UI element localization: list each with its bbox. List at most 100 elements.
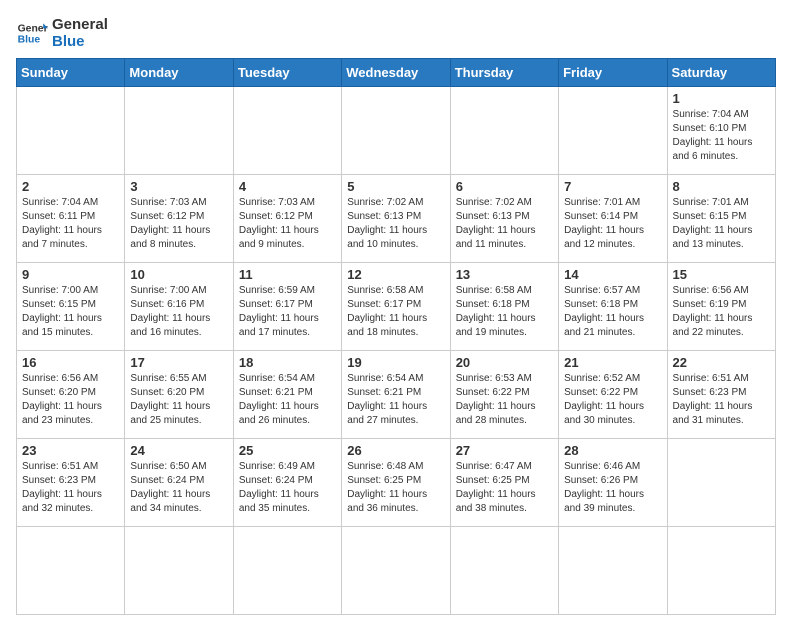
calendar-cell: 28 Sunrise: 6:46 AMSunset: 6:26 PMDaylig…: [559, 439, 667, 527]
weekday-header: Monday: [125, 59, 233, 87]
calendar-cell: 11 Sunrise: 6:59 AMSunset: 6:17 PMDaylig…: [233, 263, 341, 351]
calendar-cell: 3 Sunrise: 7:03 AMSunset: 6:12 PMDayligh…: [125, 175, 233, 263]
day-info: Sunrise: 6:51 AMSunset: 6:23 PMDaylight:…: [673, 373, 753, 426]
day-number: 19: [347, 355, 444, 370]
calendar-cell: 18 Sunrise: 6:54 AMSunset: 6:21 PMDaylig…: [233, 351, 341, 439]
calendar-cell: [667, 439, 775, 527]
day-info: Sunrise: 6:57 AMSunset: 6:18 PMDaylight:…: [564, 285, 644, 338]
weekday-header: Wednesday: [342, 59, 450, 87]
calendar-cell: 15 Sunrise: 6:56 AMSunset: 6:19 PMDaylig…: [667, 263, 775, 351]
day-info: Sunrise: 6:58 AMSunset: 6:18 PMDaylight:…: [456, 285, 536, 338]
calendar-cell: 26 Sunrise: 6:48 AMSunset: 6:25 PMDaylig…: [342, 439, 450, 527]
logo-icon: General Blue: [16, 17, 48, 49]
calendar-row: 16 Sunrise: 6:56 AMSunset: 6:20 PMDaylig…: [17, 351, 776, 439]
calendar-cell: 4 Sunrise: 7:03 AMSunset: 6:12 PMDayligh…: [233, 175, 341, 263]
day-number: 1: [673, 91, 770, 106]
calendar-cell: [17, 87, 125, 175]
day-number: 10: [130, 267, 227, 282]
calendar-cell: 12 Sunrise: 6:58 AMSunset: 6:17 PMDaylig…: [342, 263, 450, 351]
calendar-cell: [233, 527, 341, 615]
calendar-cell: 5 Sunrise: 7:02 AMSunset: 6:13 PMDayligh…: [342, 175, 450, 263]
day-number: 16: [22, 355, 119, 370]
weekday-header: Tuesday: [233, 59, 341, 87]
day-number: 28: [564, 443, 661, 458]
page-header: General Blue General Blue: [16, 16, 776, 50]
calendar-cell: 16 Sunrise: 6:56 AMSunset: 6:20 PMDaylig…: [17, 351, 125, 439]
calendar-cell: [125, 87, 233, 175]
calendar-cell: 19 Sunrise: 6:54 AMSunset: 6:21 PMDaylig…: [342, 351, 450, 439]
day-info: Sunrise: 6:46 AMSunset: 6:26 PMDaylight:…: [564, 461, 644, 514]
day-number: 18: [239, 355, 336, 370]
calendar-cell: [450, 527, 558, 615]
day-info: Sunrise: 6:54 AMSunset: 6:21 PMDaylight:…: [347, 373, 427, 426]
day-info: Sunrise: 7:02 AMSunset: 6:13 PMDaylight:…: [456, 197, 536, 250]
day-number: 21: [564, 355, 661, 370]
day-info: Sunrise: 6:53 AMSunset: 6:22 PMDaylight:…: [456, 373, 536, 426]
calendar-table: SundayMondayTuesdayWednesdayThursdayFrid…: [16, 58, 776, 615]
calendar-row: [17, 527, 776, 615]
calendar-cell: 21 Sunrise: 6:52 AMSunset: 6:22 PMDaylig…: [559, 351, 667, 439]
calendar-cell: 23 Sunrise: 6:51 AMSunset: 6:23 PMDaylig…: [17, 439, 125, 527]
day-number: 26: [347, 443, 444, 458]
calendar-cell: [17, 527, 125, 615]
day-number: 27: [456, 443, 553, 458]
weekday-header: Sunday: [17, 59, 125, 87]
calendar-cell: 20 Sunrise: 6:53 AMSunset: 6:22 PMDaylig…: [450, 351, 558, 439]
calendar-cell: 9 Sunrise: 7:00 AMSunset: 6:15 PMDayligh…: [17, 263, 125, 351]
calendar-cell: [559, 527, 667, 615]
calendar-cell: 24 Sunrise: 6:50 AMSunset: 6:24 PMDaylig…: [125, 439, 233, 527]
day-info: Sunrise: 7:00 AMSunset: 6:15 PMDaylight:…: [22, 285, 102, 338]
day-info: Sunrise: 7:04 AMSunset: 6:11 PMDaylight:…: [22, 197, 102, 250]
day-number: 4: [239, 179, 336, 194]
calendar-cell: [125, 527, 233, 615]
calendar-cell: [450, 87, 558, 175]
logo-general-text: General: [52, 16, 108, 33]
calendar-cell: 7 Sunrise: 7:01 AMSunset: 6:14 PMDayligh…: [559, 175, 667, 263]
calendar-cell: 2 Sunrise: 7:04 AMSunset: 6:11 PMDayligh…: [17, 175, 125, 263]
calendar-cell: [559, 87, 667, 175]
calendar-row: 1 Sunrise: 7:04 AMSunset: 6:10 PMDayligh…: [17, 87, 776, 175]
day-info: Sunrise: 7:02 AMSunset: 6:13 PMDaylight:…: [347, 197, 427, 250]
day-number: 24: [130, 443, 227, 458]
weekday-header-row: SundayMondayTuesdayWednesdayThursdayFrid…: [17, 59, 776, 87]
day-number: 15: [673, 267, 770, 282]
day-info: Sunrise: 6:56 AMSunset: 6:20 PMDaylight:…: [22, 373, 102, 426]
day-info: Sunrise: 6:51 AMSunset: 6:23 PMDaylight:…: [22, 461, 102, 514]
calendar-cell: [233, 87, 341, 175]
day-number: 11: [239, 267, 336, 282]
calendar-cell: 25 Sunrise: 6:49 AMSunset: 6:24 PMDaylig…: [233, 439, 341, 527]
calendar-cell: [342, 87, 450, 175]
calendar-row: 23 Sunrise: 6:51 AMSunset: 6:23 PMDaylig…: [17, 439, 776, 527]
day-number: 25: [239, 443, 336, 458]
day-info: Sunrise: 6:48 AMSunset: 6:25 PMDaylight:…: [347, 461, 427, 514]
day-info: Sunrise: 7:01 AMSunset: 6:14 PMDaylight:…: [564, 197, 644, 250]
day-number: 2: [22, 179, 119, 194]
weekday-header: Saturday: [667, 59, 775, 87]
day-number: 5: [347, 179, 444, 194]
calendar-cell: 17 Sunrise: 6:55 AMSunset: 6:20 PMDaylig…: [125, 351, 233, 439]
calendar-cell: 13 Sunrise: 6:58 AMSunset: 6:18 PMDaylig…: [450, 263, 558, 351]
day-info: Sunrise: 6:52 AMSunset: 6:22 PMDaylight:…: [564, 373, 644, 426]
calendar-cell: 27 Sunrise: 6:47 AMSunset: 6:25 PMDaylig…: [450, 439, 558, 527]
day-info: Sunrise: 6:55 AMSunset: 6:20 PMDaylight:…: [130, 373, 210, 426]
day-info: Sunrise: 6:47 AMSunset: 6:25 PMDaylight:…: [456, 461, 536, 514]
day-info: Sunrise: 7:04 AMSunset: 6:10 PMDaylight:…: [673, 109, 753, 162]
day-number: 22: [673, 355, 770, 370]
day-number: 12: [347, 267, 444, 282]
day-number: 14: [564, 267, 661, 282]
calendar-row: 2 Sunrise: 7:04 AMSunset: 6:11 PMDayligh…: [17, 175, 776, 263]
weekday-header: Friday: [559, 59, 667, 87]
calendar-cell: [342, 527, 450, 615]
day-number: 6: [456, 179, 553, 194]
day-number: 7: [564, 179, 661, 194]
day-info: Sunrise: 6:50 AMSunset: 6:24 PMDaylight:…: [130, 461, 210, 514]
logo: General Blue General Blue: [16, 16, 108, 50]
calendar-cell: 6 Sunrise: 7:02 AMSunset: 6:13 PMDayligh…: [450, 175, 558, 263]
day-number: 20: [456, 355, 553, 370]
svg-text:Blue: Blue: [18, 35, 41, 46]
day-info: Sunrise: 6:56 AMSunset: 6:19 PMDaylight:…: [673, 285, 753, 338]
day-info: Sunrise: 6:49 AMSunset: 6:24 PMDaylight:…: [239, 461, 319, 514]
day-info: Sunrise: 6:59 AMSunset: 6:17 PMDaylight:…: [239, 285, 319, 338]
day-number: 13: [456, 267, 553, 282]
day-info: Sunrise: 6:58 AMSunset: 6:17 PMDaylight:…: [347, 285, 427, 338]
